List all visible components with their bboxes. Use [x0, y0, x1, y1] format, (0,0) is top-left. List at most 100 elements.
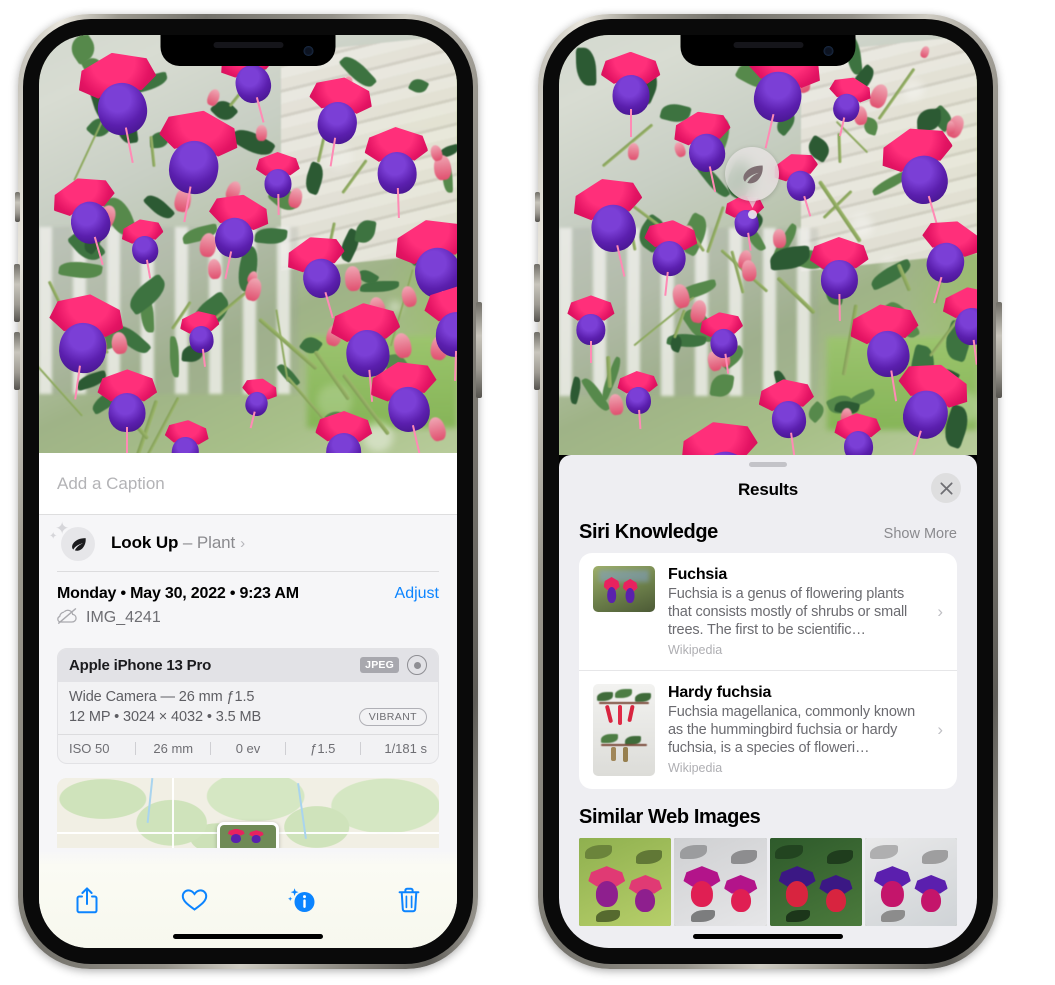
- photo-fuchsia-blossom: [314, 411, 372, 453]
- photo-filename: IMG_4241: [86, 609, 161, 626]
- silent-switch[interactable]: [535, 192, 540, 222]
- volume-down-button[interactable]: [14, 332, 20, 390]
- photo-fuchsia-blossom: [73, 45, 168, 164]
- info-sparkle-icon[interactable]: [282, 880, 322, 920]
- map-road: [171, 777, 174, 848]
- look-up-icon-wrap: ✦ ✦: [49, 520, 97, 563]
- caption-input-row[interactable]: Add a Caption: [39, 453, 457, 515]
- exif-value: 0 ev: [235, 741, 261, 756]
- photo-metadata-block: Monday • May 30, 2022 • 9:23 AM Adjust I…: [39, 572, 457, 638]
- camera-card-badges: JPEG: [360, 655, 427, 675]
- look-up-label-group: Look Up – Plant: [111, 533, 235, 553]
- similar-web-images-strip[interactable]: [559, 838, 977, 926]
- trash-icon[interactable]: [389, 880, 429, 920]
- format-badge: JPEG: [360, 657, 399, 673]
- web-image-4[interactable]: [864, 838, 957, 926]
- knowledge-title: Hardy fuchsia: [668, 684, 772, 701]
- siri-knowledge-section-header: Siri Knowledge Show More: [559, 513, 977, 553]
- photo-fuchsia-blossom: [640, 217, 699, 296]
- map-card[interactable]: [57, 777, 439, 848]
- photo-fuchsia-blossom: [755, 376, 819, 455]
- cloud-slash-icon: [57, 607, 78, 629]
- silent-switch[interactable]: [15, 192, 20, 222]
- knowledge-source: Wikipedia: [668, 643, 723, 657]
- photo-info-sheet: Add a Caption ✦ ✦ Look Up – Plant › Mond…: [39, 453, 457, 948]
- photo-fuchsia-blossom: [178, 309, 223, 368]
- front-camera-icon: [823, 46, 834, 56]
- web-image-1[interactable]: [579, 838, 672, 926]
- knowledge-thumbnail: [593, 684, 655, 776]
- photo-location-pin[interactable]: [217, 821, 279, 848]
- close-icon[interactable]: [931, 473, 961, 503]
- camera-card-body: Wide Camera — 26 mm ƒ1.5 12 MP • 3024 × …: [58, 682, 438, 734]
- photo-fuchsia-blossom: [833, 411, 883, 455]
- photo-view[interactable]: [559, 35, 977, 455]
- photo-bud: [772, 228, 787, 249]
- photo-fuchsia-blossom: [256, 152, 301, 215]
- adjust-button[interactable]: Adjust: [395, 585, 439, 603]
- knowledge-description: Fuchsia is a genus of flowering plants t…: [668, 586, 908, 638]
- volume-up-button[interactable]: [534, 264, 540, 322]
- web-image-2[interactable]: [674, 838, 767, 926]
- volume-up-button[interactable]: [14, 264, 20, 322]
- results-title: Results: [737, 480, 798, 499]
- photo-fuchsia-blossom: [809, 236, 869, 321]
- section-title: Similar Web Images: [579, 806, 761, 828]
- photo-bud: [206, 258, 222, 280]
- home-indicator[interactable]: [173, 934, 323, 939]
- badge-anchor-dot: [748, 210, 757, 219]
- siri-knowledge-card: Fuchsia Fuchsia is a genus of flowering …: [579, 553, 957, 789]
- right-phone-screen: Results Siri Knowledge Show More Fuchsia…: [559, 35, 977, 948]
- volume-down-button[interactable]: [534, 332, 540, 390]
- knowledge-title: Fuchsia: [668, 566, 728, 583]
- power-button[interactable]: [476, 302, 482, 398]
- look-up-label: Look Up: [111, 533, 179, 552]
- knowledge-text: Fuchsia Fuchsia is a genus of flowering …: [668, 566, 945, 657]
- look-up-row[interactable]: ✦ ✦ Look Up – Plant ›: [39, 515, 457, 571]
- results-sheet: Results Siri Knowledge Show More Fuchsia…: [559, 455, 977, 948]
- section-title: Siri Knowledge: [579, 521, 718, 543]
- left-phone-screen: Add a Caption ✦ ✦ Look Up – Plant › Mond…: [39, 35, 457, 948]
- caption-placeholder: Add a Caption: [57, 473, 165, 493]
- knowledge-row[interactable]: Fuchsia Fuchsia is a genus of flowering …: [579, 553, 957, 670]
- toolbar-gradient: [39, 850, 457, 866]
- chevron-right-icon: ›: [937, 601, 943, 621]
- photo-bud: [255, 124, 267, 141]
- exif-row: ISO 50 26 mm 0 ev ƒ1.5 1/181 s: [58, 733, 438, 763]
- photographic-style-badge: VIBRANT: [358, 707, 427, 726]
- similar-web-images-section-header: Similar Web Images: [559, 789, 977, 838]
- web-image-3[interactable]: [769, 838, 862, 926]
- leaf-icon: [61, 527, 95, 561]
- visual-look-up-badge[interactable]: [725, 147, 779, 201]
- camera-device-name: Apple iPhone 13 Pro: [69, 656, 212, 674]
- knowledge-thumbnail: [593, 566, 655, 612]
- notch: [680, 35, 856, 66]
- earpiece-speaker: [213, 42, 283, 48]
- photo-fuchsia-blossom: [97, 369, 158, 453]
- power-button[interactable]: [996, 302, 1002, 398]
- raw-badge-icon: [407, 655, 427, 675]
- heart-icon[interactable]: [174, 880, 214, 920]
- exif-value: ISO 50: [69, 741, 110, 756]
- home-indicator[interactable]: [693, 934, 843, 939]
- exif-value: 1/181 s: [384, 741, 427, 756]
- right-phone-device: Results Siri Knowledge Show More Fuchsia…: [534, 14, 1002, 969]
- camera-card-header: Apple iPhone 13 Pro JPEG: [58, 648, 438, 682]
- earpiece-speaker: [733, 42, 803, 48]
- share-icon[interactable]: [67, 880, 107, 920]
- front-camera-icon: [303, 46, 314, 56]
- photo-fuchsia-blossom: [600, 51, 661, 137]
- notch: [160, 35, 336, 66]
- photo-view[interactable]: [39, 35, 457, 453]
- camera-specs-line: 12 MP • 3024 × 4032 • 3.5 MB: [69, 708, 262, 725]
- photo-date: Monday • May 30, 2022 • 9:23 AM: [57, 584, 299, 602]
- exif-value: ƒ1.5: [310, 741, 336, 756]
- chevron-right-icon: ›: [937, 720, 943, 739]
- screenshot-canvas: Add a Caption ✦ ✦ Look Up – Plant › Mond…: [0, 0, 1055, 985]
- knowledge-row[interactable]: Hardy fuchsia Fuchsia magellanica, commo…: [579, 670, 957, 789]
- sparkle-small-icon: ✦: [49, 531, 58, 542]
- photo-fuchsia-blossom: [162, 418, 210, 453]
- show-more-button[interactable]: Show More: [884, 526, 957, 542]
- camera-lens-line: Wide Camera — 26 mm ƒ1.5: [69, 688, 255, 705]
- photo-fuchsia-blossom: [119, 216, 169, 279]
